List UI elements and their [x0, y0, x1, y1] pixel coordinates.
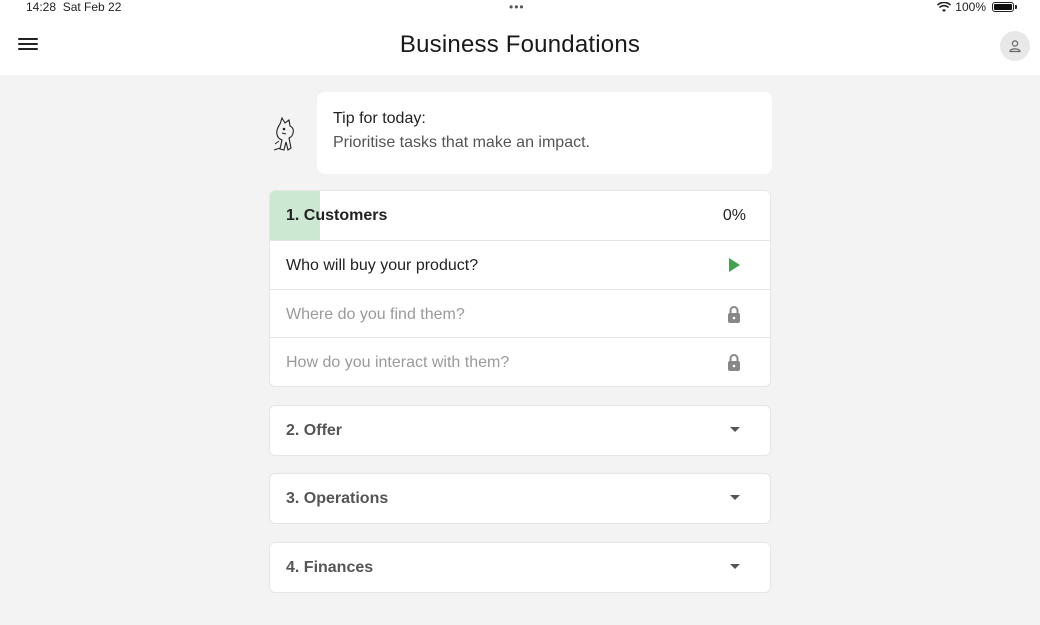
section-offer[interactable]: 2. Offer — [269, 405, 771, 456]
section-customers: 1. Customers 0% Who will buy your produc… — [269, 190, 771, 387]
tip-text: Prioritise tasks that make an impact. — [333, 134, 590, 151]
section-header[interactable]: 1. Customers 0% — [270, 191, 770, 241]
status-indicators: 100% — [937, 0, 1017, 14]
section-operations[interactable]: 3. Operations — [269, 473, 771, 524]
status-time: 14:28 Sat Feb 22 — [26, 0, 122, 14]
play-icon[interactable] — [724, 255, 744, 275]
task-label: Who will buy your product? — [286, 257, 479, 274]
chevron-down-icon — [730, 495, 740, 500]
tip-card: Tip for today: Prioritise tasks that mak… — [317, 92, 772, 174]
section-title: 1. Customers — [286, 207, 388, 224]
task-item: How do you interact with them? — [270, 338, 770, 386]
chevron-down-icon — [730, 427, 740, 432]
battery-percent: 100% — [955, 0, 986, 14]
section-progress-percent: 0% — [722, 207, 746, 224]
profile-button[interactable] — [1000, 31, 1030, 61]
task-label: Where do you find them? — [286, 305, 465, 323]
task-item: Where do you find them? — [270, 290, 770, 338]
task-label: How do you interact with them? — [286, 354, 510, 371]
section-title: 3. Operations — [286, 490, 389, 507]
task-item[interactable]: Who will buy your product? — [270, 241, 770, 290]
wifi-icon — [937, 1, 952, 12]
section-finances[interactable]: 4. Finances — [269, 542, 771, 593]
battery-icon — [992, 2, 1017, 12]
page-title: Business Foundations — [399, 31, 641, 58]
section-title: 2. Offer — [286, 422, 343, 439]
lock-icon — [728, 354, 740, 371]
section-title: 4. Finances — [286, 559, 374, 576]
chevron-down-icon — [730, 564, 740, 569]
dog-mascot-icon — [273, 116, 294, 151]
lock-icon — [728, 305, 740, 323]
multitasking-dots[interactable]: ••• — [509, 0, 525, 14]
user-icon — [1009, 40, 1021, 53]
tip-title: Tip for today: — [333, 110, 426, 127]
app-header: Business Foundations — [0, 14, 1040, 75]
status-bar: 14:28 Sat Feb 22 ••• 100% — [0, 0, 1040, 14]
